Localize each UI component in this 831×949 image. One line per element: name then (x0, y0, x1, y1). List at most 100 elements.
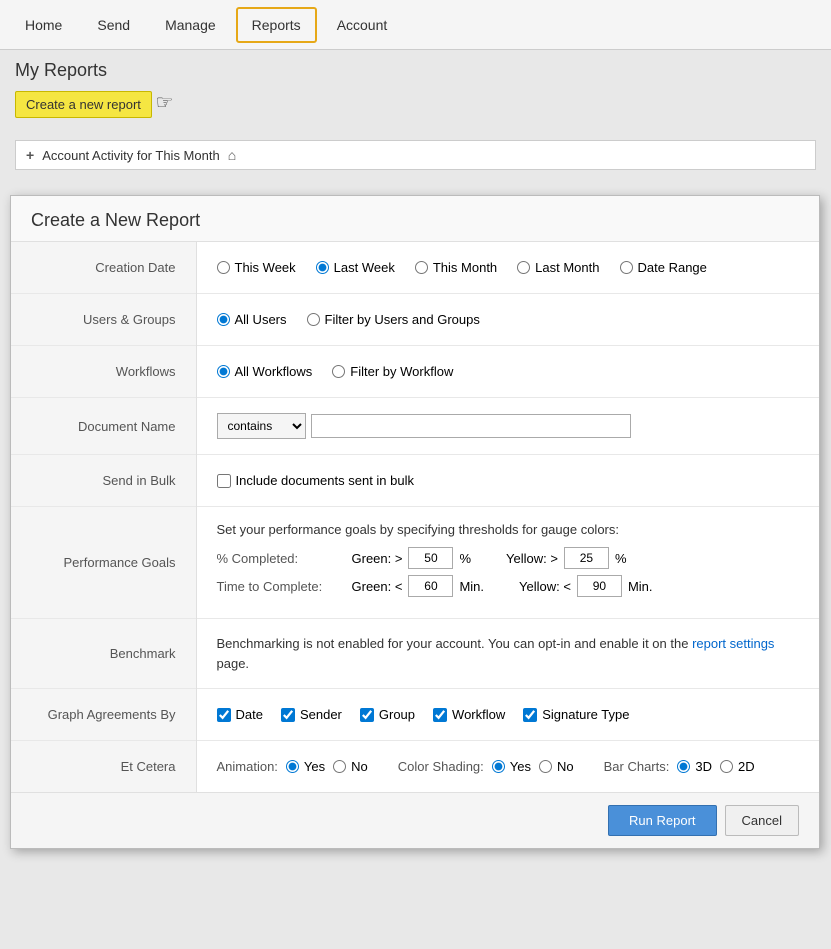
workflows-options: All Workflows Filter by Workflow (196, 346, 819, 398)
graph-signature-type-label: Signature Type (542, 707, 629, 722)
cursor-icon: ☞ (156, 93, 174, 113)
time-yellow-lt-label: Yellow: < (519, 579, 571, 594)
account-activity-label: Account Activity for This Month (42, 148, 220, 163)
graph-group-item[interactable]: Group (360, 707, 415, 722)
nav-home[interactable]: Home (10, 8, 77, 42)
graph-signature-type-checkbox[interactable] (523, 708, 537, 722)
animation-no-item[interactable]: No (333, 759, 368, 774)
benchmark-text-before: Benchmarking is not enabled for your acc… (217, 636, 693, 651)
performance-goals-row: Performance Goals Set your performance g… (11, 507, 819, 619)
pct-yellow-unit: % (615, 551, 627, 566)
report-form: Creation Date This Week Last Week (11, 242, 819, 792)
document-name-dropdown[interactable]: contains starts with ends with equals (217, 413, 306, 439)
create-report-button[interactable]: Create a new report (15, 91, 152, 118)
pct-yellow-input[interactable]: 25 (564, 547, 609, 569)
users-groups-options: All Users Filter by Users and Groups (196, 294, 819, 346)
color-shading-no-label: No (557, 759, 574, 774)
animation-no-label: No (351, 759, 368, 774)
report-settings-link[interactable]: report settings (692, 636, 774, 651)
performance-goals-label: Performance Goals (11, 507, 196, 619)
graph-date-item[interactable]: Date (217, 707, 263, 722)
benchmark-label: Benchmark (11, 619, 196, 689)
document-name-content: contains starts with ends with equals (196, 398, 819, 455)
nav-reports[interactable]: Reports (236, 7, 317, 43)
creation-date-row: Creation Date This Week Last Week (11, 242, 819, 294)
users-groups-row: Users & Groups All Users Filter by Users… (11, 294, 819, 346)
workflows-row: Workflows All Workflows Filter by Workfl… (11, 346, 819, 398)
send-in-bulk-label: Send in Bulk (11, 455, 196, 507)
pct-yellow-gt-label: Yellow: > (506, 551, 558, 566)
et-cetera-content: Animation: Yes No Color Shading: (196, 741, 819, 793)
bar-charts-3d-label: 3D (695, 759, 712, 774)
graph-sender-item[interactable]: Sender (281, 707, 342, 722)
graph-group-checkbox[interactable] (360, 708, 374, 722)
bar-charts-label: Bar Charts: (604, 759, 670, 774)
radio-all-workflows[interactable]: All Workflows (217, 364, 313, 379)
time-yellow-unit: Min. (628, 579, 653, 594)
home-icon: ⌂ (228, 147, 236, 163)
graph-date-checkbox[interactable] (217, 708, 231, 722)
radio-last-month[interactable]: Last Month (517, 260, 599, 275)
graph-workflow-checkbox[interactable] (433, 708, 447, 722)
color-shading-no-item[interactable]: No (539, 759, 574, 774)
document-name-input[interactable] (311, 414, 631, 438)
creation-date-options: This Week Last Week This Month Last (196, 242, 819, 294)
workflows-label: Workflows (11, 346, 196, 398)
send-in-bulk-row: Send in Bulk Include documents sent in b… (11, 455, 819, 507)
benchmark-content: Benchmarking is not enabled for your acc… (196, 619, 819, 689)
pct-green-gt-label: Green: > (352, 551, 403, 566)
send-in-bulk-checkbox[interactable] (217, 474, 231, 488)
radio-filter-users-groups[interactable]: Filter by Users and Groups (307, 312, 480, 327)
graph-sender-label: Sender (300, 707, 342, 722)
send-in-bulk-checkbox-label: Include documents sent in bulk (236, 473, 415, 488)
radio-this-month[interactable]: This Month (415, 260, 497, 275)
create-report-modal: Create a New Report Creation Date This W… (10, 195, 820, 849)
pct-green-unit: % (459, 551, 471, 566)
send-in-bulk-content: Include documents sent in bulk (196, 455, 819, 507)
et-cetera-row: Et Cetera Animation: Yes No (11, 741, 819, 793)
radio-filter-workflow[interactable]: Filter by Workflow (332, 364, 453, 379)
radio-all-users[interactable]: All Users (217, 312, 287, 327)
cancel-button[interactable]: Cancel (725, 805, 799, 836)
graph-signature-type-item[interactable]: Signature Type (523, 707, 629, 722)
bar-charts-2d-item[interactable]: 2D (720, 759, 755, 774)
time-yellow-input[interactable]: 90 (577, 575, 622, 597)
bar-charts-2d-label: 2D (738, 759, 755, 774)
time-green-unit: Min. (459, 579, 484, 594)
time-complete-label: Time to Complete: (217, 579, 337, 594)
nav-account[interactable]: Account (322, 8, 403, 42)
page-background: My Reports Create a new report ☞ + Accou… (0, 50, 831, 949)
users-groups-label: Users & Groups (11, 294, 196, 346)
modal-title: Create a New Report (11, 196, 819, 242)
pct-completed-label: % Completed: (217, 551, 337, 566)
graph-sender-checkbox[interactable] (281, 708, 295, 722)
perf-intro-text: Set your performance goals by specifying… (217, 522, 800, 537)
modal-footer: Run Report Cancel (11, 792, 819, 848)
nav-send[interactable]: Send (82, 8, 145, 42)
send-in-bulk-checkbox-item[interactable]: Include documents sent in bulk (217, 473, 800, 488)
radio-last-week[interactable]: Last Week (316, 260, 395, 275)
graph-agreements-content: Date Sender Group Workflow (196, 689, 819, 741)
performance-goals-content: Set your performance goals by specifying… (196, 507, 819, 619)
animation-yes-item[interactable]: Yes (286, 759, 325, 774)
time-green-input[interactable]: 60 (408, 575, 453, 597)
radio-date-range[interactable]: Date Range (620, 260, 707, 275)
nav-manage[interactable]: Manage (150, 8, 231, 42)
color-shading-yes-item[interactable]: Yes (492, 759, 531, 774)
top-navigation: Home Send Manage Reports Account (0, 0, 831, 50)
color-shading-yes-label: Yes (510, 759, 531, 774)
color-shading-label: Color Shading: (398, 759, 484, 774)
document-name-row: Document Name contains starts with ends … (11, 398, 819, 455)
graph-agreements-row: Graph Agreements By Date Sender (11, 689, 819, 741)
page-title: My Reports (15, 60, 816, 81)
run-report-button[interactable]: Run Report (608, 805, 716, 836)
animation-label: Animation: (217, 759, 278, 774)
benchmark-text-after: page. (217, 656, 250, 671)
pct-green-input[interactable]: 50 (408, 547, 453, 569)
graph-workflow-item[interactable]: Workflow (433, 707, 505, 722)
creation-date-label: Creation Date (11, 242, 196, 294)
benchmark-row: Benchmark Benchmarking is not enabled fo… (11, 619, 819, 689)
bar-charts-3d-item[interactable]: 3D (677, 759, 712, 774)
graph-agreements-label: Graph Agreements By (11, 689, 196, 741)
radio-this-week[interactable]: This Week (217, 260, 296, 275)
